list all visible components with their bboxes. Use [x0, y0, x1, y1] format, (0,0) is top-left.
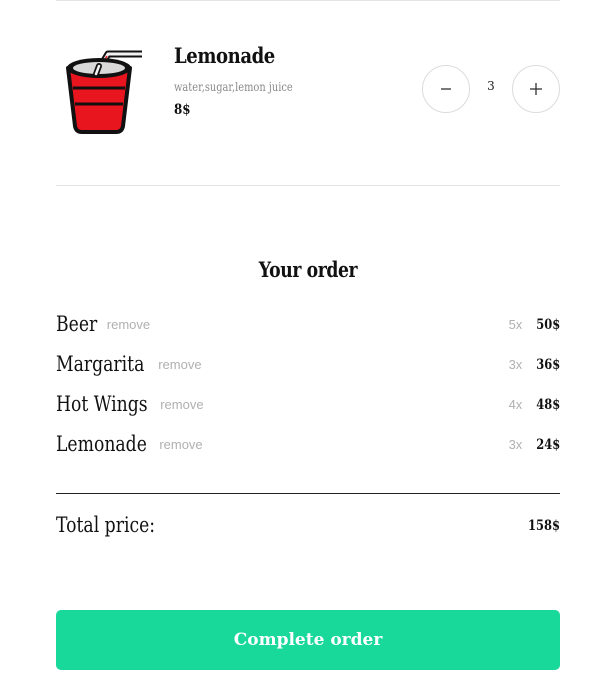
complete-order-button[interactable]: Complete order — [56, 610, 560, 670]
quantity-stepper: 3 — [422, 65, 560, 115]
quantity-value: 3 — [487, 79, 495, 93]
minus-icon — [441, 88, 451, 90]
product-ingredients: water,sugar,lemon juice — [174, 80, 293, 94]
remove-link[interactable]: remove — [107, 317, 150, 332]
order-item-name: Hot Wings — [56, 392, 148, 416]
top-divider — [56, 0, 560, 1]
order-item-name: Beer — [56, 312, 98, 336]
order-list: Beer remove 5x 50$ Margarita remove 3x 3… — [56, 310, 560, 470]
order-item-price: 24$ — [536, 436, 560, 453]
total-value: 158$ — [528, 518, 560, 534]
order-item-name: Lemonade — [56, 432, 147, 456]
order-item-hot-wings: Hot Wings remove 4x 48$ — [56, 390, 560, 430]
total-label: Total price: — [56, 513, 156, 537]
order-item-qty: 3x — [508, 357, 523, 373]
order-title-text: Your order — [258, 257, 358, 282]
order-item-lemonade: Lemonade remove 3x 24$ — [56, 430, 560, 470]
remove-link[interactable]: remove — [160, 397, 203, 412]
order-title: Your order — [56, 254, 560, 286]
section-divider — [56, 185, 560, 186]
product-name: Lemonade — [174, 43, 275, 68]
product-price: 8$ — [174, 102, 191, 118]
plus-icon — [530, 83, 542, 95]
order-item-margarita: Margarita remove 3x 36$ — [56, 350, 560, 390]
remove-link[interactable]: remove — [158, 357, 201, 372]
order-item-beer: Beer remove 5x 50$ — [56, 310, 560, 350]
order-item-qty: 5x — [508, 317, 523, 333]
remove-link[interactable]: remove — [159, 437, 202, 452]
decrement-button[interactable] — [422, 65, 470, 113]
order-item-name: Margarita — [56, 352, 145, 376]
order-item-qty: 4x — [508, 397, 523, 413]
order-item-qty: 3x — [508, 437, 523, 453]
increment-button[interactable] — [512, 65, 560, 113]
order-item-price: 48$ — [536, 396, 560, 413]
product-card: Lemonade water,sugar,lemon juice 8$ 3 — [56, 40, 560, 140]
product-info: Lemonade water,sugar,lemon juice 8$ — [174, 40, 319, 118]
order-item-price: 36$ — [536, 356, 560, 373]
red-cup-with-straw-icon — [62, 44, 146, 134]
total-divider — [56, 493, 560, 494]
order-item-price: 50$ — [536, 316, 560, 333]
